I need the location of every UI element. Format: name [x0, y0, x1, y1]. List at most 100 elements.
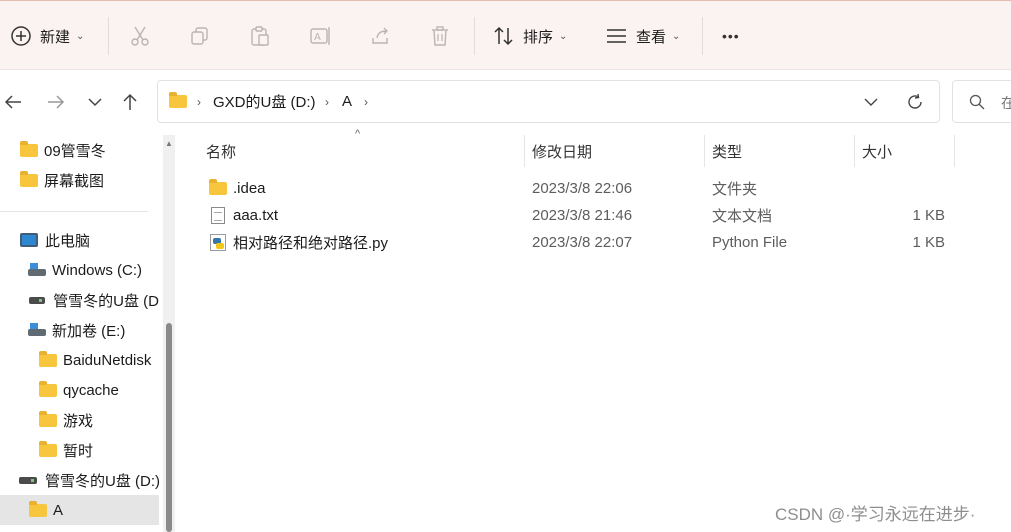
- file-type: 文本文档: [712, 208, 773, 225]
- file-name: 相对路径和绝对路径.py: [233, 235, 389, 252]
- chevron-down-icon: ⌄: [559, 30, 568, 42]
- sidebar-item-label: 此电脑: [45, 232, 91, 250]
- column-header-size[interactable]: 大小: [855, 135, 955, 167]
- back-button[interactable]: [1, 88, 25, 116]
- file-modified: 2023/3/8 21:46: [532, 207, 633, 224]
- watermark-text: CSDN @·学习永远在进步·: [775, 505, 976, 524]
- list-view-icon: [607, 29, 626, 43]
- sidebar-scrollbar[interactable]: ▲: [163, 135, 175, 532]
- sidebar-item-qycache[interactable]: qycache: [39, 375, 119, 405]
- svg-text:A: A: [314, 32, 321, 43]
- sidebar-item-usb-drive-d[interactable]: 管雪冬的U盘 (D:): [19, 465, 160, 495]
- sidebar-item-drive-e[interactable]: 新加卷 (E:): [28, 315, 125, 345]
- sidebar-item-label: A: [53, 501, 64, 519]
- address-dropdown-button[interactable]: [864, 81, 878, 122]
- sidebar-item-temp[interactable]: 暂时: [39, 435, 93, 465]
- file-row[interactable]: 相对路径和绝对路径.py 2023/3/8 22:07 Python File …: [200, 229, 960, 256]
- folder-icon: [39, 440, 57, 457]
- sidebar-item-baidunetdisk[interactable]: BaiduNetdisk: [39, 345, 159, 375]
- chevron-down-icon: ⌄: [76, 30, 85, 42]
- sidebar-item-label: 暂时: [63, 442, 94, 460]
- command-bar: 新建 ⌄ A 排序 ⌄ 查看 ⌄ •••: [0, 0, 1011, 70]
- file-modified: 2023/3/8 22:07: [532, 234, 633, 251]
- computer-icon: [20, 233, 38, 247]
- breadcrumb-item-folder[interactable]: A: [342, 81, 352, 122]
- usb-drive-icon: [29, 296, 46, 304]
- breadcrumb-separator-icon: ›: [325, 94, 329, 109]
- file-name: .idea: [233, 180, 266, 197]
- share-icon: [372, 27, 388, 44]
- sort-button[interactable]: 排序 ⌄: [493, 1, 567, 71]
- sidebar-item-drive-c[interactable]: Windows (C:): [28, 255, 142, 285]
- chevron-down-icon: ⌄: [672, 30, 681, 42]
- cut-button[interactable]: [130, 1, 150, 71]
- folder-icon: [39, 380, 57, 397]
- copy-icon: [191, 27, 208, 45]
- chevron-down-icon: [88, 98, 102, 107]
- sidebar-item-this-pc[interactable]: 此电脑: [20, 225, 90, 255]
- column-header-type[interactable]: 类型: [705, 135, 855, 167]
- delete-button[interactable]: [430, 1, 450, 71]
- folder-icon: [169, 81, 193, 122]
- sidebar-item-games[interactable]: 游戏: [39, 405, 93, 435]
- folder-icon: [20, 140, 38, 157]
- sidebar-item-a[interactable]: A: [0, 495, 159, 525]
- file-modified: 2023/3/8 22:06: [532, 180, 633, 197]
- plus-circle-icon: [11, 26, 31, 46]
- view-button[interactable]: 查看 ⌄: [606, 1, 680, 71]
- arrow-left-icon: [4, 95, 21, 109]
- share-button[interactable]: [370, 1, 392, 71]
- scrollbar-thumb[interactable]: [166, 323, 172, 532]
- sidebar-item-label: 游戏: [63, 412, 94, 430]
- python-file-icon: [210, 234, 226, 251]
- breadcrumb-separator-icon: ›: [197, 94, 201, 109]
- sidebar-item-label: 管雪冬的U盘 (D:): [45, 472, 160, 490]
- new-button[interactable]: 新建 ⌄: [10, 1, 84, 71]
- search-placeholder: 在: [1001, 95, 1011, 111]
- scroll-up-icon: ▲: [165, 139, 173, 148]
- rename-button[interactable]: A: [310, 1, 332, 71]
- rename-icon: A: [310, 27, 330, 45]
- refresh-button[interactable]: [906, 81, 924, 122]
- sidebar-item-label: 新加卷 (E:): [52, 322, 126, 340]
- copy-button[interactable]: [190, 1, 210, 71]
- toolbar-divider: [108, 17, 109, 55]
- sidebar-item-label: 管雪冬的U盘 (D: [53, 292, 159, 310]
- search-box[interactable]: 在: [952, 80, 1011, 123]
- file-name-cell: .idea: [209, 175, 266, 202]
- file-row[interactable]: aaa.txt 2023/3/8 21:46 文本文档 1 KB: [200, 202, 960, 229]
- forward-button[interactable]: [44, 88, 68, 116]
- folder-icon: [209, 179, 227, 195]
- file-row[interactable]: .idea 2023/3/8 22:06 文件夹: [200, 175, 960, 202]
- breadcrumb-item-drive[interactable]: GXD的U盘 (D:): [213, 81, 316, 122]
- more-icon: •••: [722, 28, 740, 44]
- drive-icon: [28, 323, 46, 337]
- sort-icon: [494, 26, 513, 46]
- sidebar-item-label: Windows (C:): [52, 261, 143, 279]
- search-icon: [969, 94, 985, 110]
- sidebar-item-09guanxuedong[interactable]: 09管雪冬: [20, 135, 106, 165]
- sidebar-item-screenshots[interactable]: 屏幕截图: [20, 165, 104, 195]
- sidebar-item-usb-drive[interactable]: 管雪冬的U盘 (D: [29, 285, 159, 315]
- toolbar-divider: [702, 17, 703, 55]
- clipboard-icon: [251, 26, 269, 46]
- windows-drive-icon: [28, 263, 46, 277]
- folder-icon: [39, 350, 57, 367]
- trash-icon: [432, 26, 448, 46]
- file-type: Python File: [712, 234, 788, 251]
- file-name: aaa.txt: [233, 207, 279, 224]
- usb-drive-icon: [19, 476, 37, 484]
- sidebar-item-label: 09管雪冬: [44, 142, 106, 160]
- address-bar[interactable]: › GXD的U盘 (D:) › A ›: [157, 80, 940, 123]
- new-button-label: 新建: [40, 28, 71, 46]
- recent-locations-button[interactable]: [83, 88, 107, 116]
- view-button-label: 查看: [636, 28, 667, 46]
- toolbar-divider: [474, 17, 475, 55]
- paste-button[interactable]: [250, 1, 270, 71]
- up-button[interactable]: [118, 88, 142, 116]
- arrow-right-icon: [48, 95, 65, 109]
- column-header-name[interactable]: 名称: [199, 135, 525, 167]
- column-header-modified[interactable]: 修改日期: [525, 135, 705, 167]
- file-name-cell: 相对路径和绝对路径.py: [210, 229, 388, 256]
- more-options-button[interactable]: •••: [722, 1, 740, 71]
